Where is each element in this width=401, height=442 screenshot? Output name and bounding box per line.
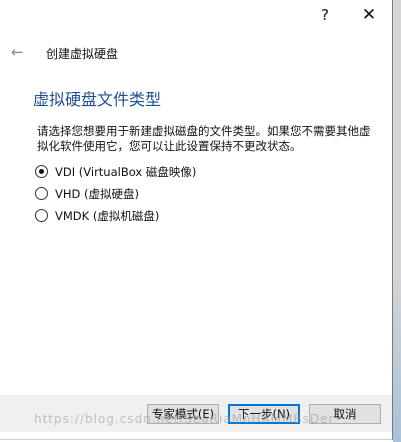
radio-button[interactable] <box>35 209 48 222</box>
description-text: 请选择您想要用于新建虚拟磁盘的文件类型。如果您不需要其他虚拟化软件使用它，您可以… <box>37 124 371 153</box>
radio-label-vdi: VDI (VirtualBox 磁盘映像) <box>55 164 197 179</box>
create-virtual-disk-dialog: ? ✕ ← 创建虚拟硬盘 虚拟硬盘文件类型 请选择您想要用于新建虚拟磁盘的文件类… <box>0 0 393 440</box>
radio-option-vmdk[interactable]: VMDK (虚拟机磁盘) <box>35 208 159 223</box>
radio-button[interactable] <box>35 187 48 200</box>
page-heading: 虚拟硬盘文件类型 <box>33 90 162 109</box>
background-window-edge <box>393 0 401 442</box>
help-icon[interactable]: ? <box>313 3 337 27</box>
wizard-title: 创建虚拟硬盘 <box>46 47 119 61</box>
close-icon[interactable]: ✕ <box>357 3 381 27</box>
radio-option-vhd[interactable]: VHD (虚拟硬盘) <box>35 186 139 201</box>
radio-option-vdi[interactable]: VDI (VirtualBox 磁盘映像) <box>35 164 196 179</box>
watermark: https://blog.csdn.net/SeaRiaMoHAMMBsDer <box>34 412 335 426</box>
back-arrow-icon[interactable]: ← <box>11 43 24 61</box>
radio-button-checked[interactable] <box>35 165 48 178</box>
radio-label-vhd: VHD (虚拟硬盘) <box>55 186 139 201</box>
radio-label-vmdk: VMDK (虚拟机磁盘) <box>55 208 160 223</box>
